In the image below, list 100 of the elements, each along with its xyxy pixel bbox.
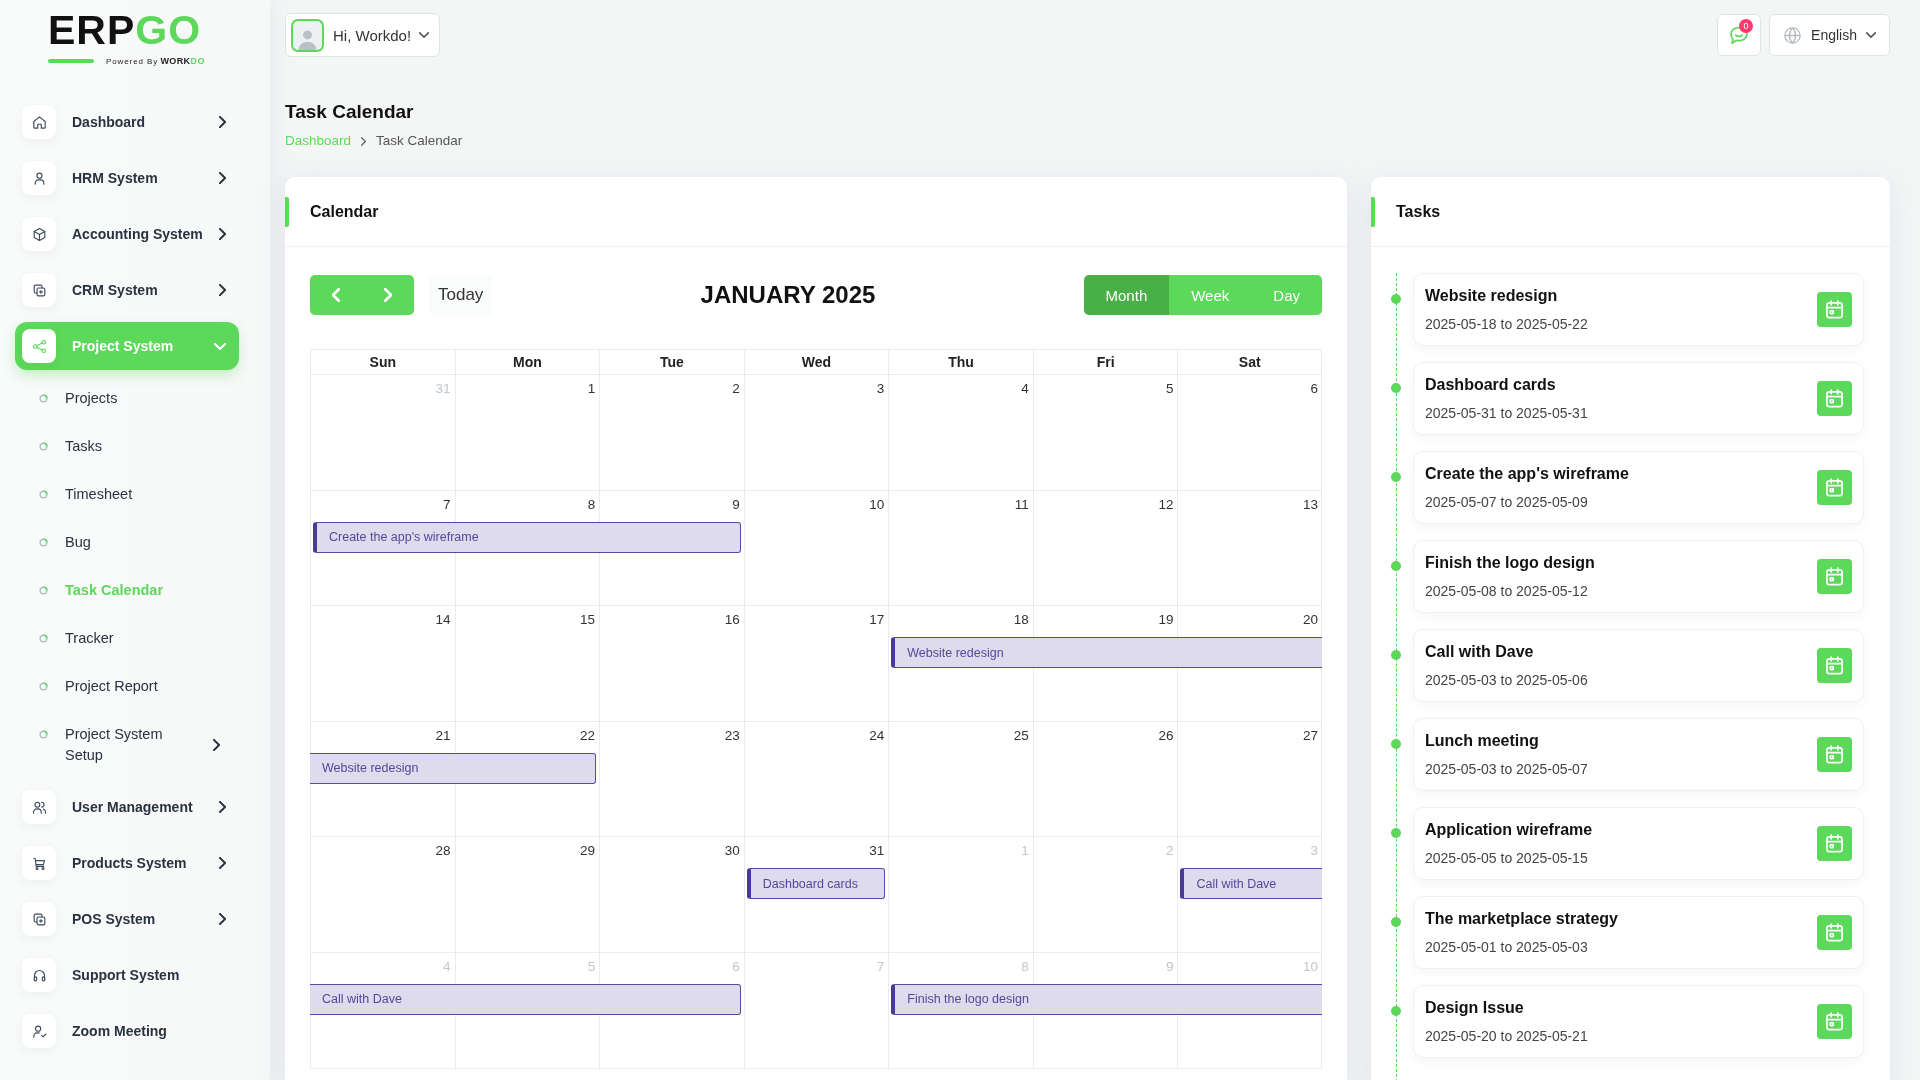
sidebar-subitem[interactable]: Timesheet xyxy=(15,470,239,518)
bullet-icon xyxy=(39,681,48,691)
calendar-icon xyxy=(1826,477,1843,497)
home-icon xyxy=(22,105,56,139)
day-number: 25 xyxy=(1013,726,1029,745)
day-number: 9 xyxy=(1165,957,1174,976)
day-number: 22 xyxy=(580,726,596,745)
calendar-button[interactable] xyxy=(1817,291,1852,327)
calendar-event[interactable]: Website redesign xyxy=(310,752,597,784)
sidebar-item[interactable]: Zoom Meeting xyxy=(15,1007,239,1055)
sidebar-item[interactable]: HRM System xyxy=(15,154,239,202)
day-number: 8 xyxy=(1021,957,1029,976)
squares-icon xyxy=(22,902,56,936)
task-dates: 2025-05-03 to 2025-05-06 xyxy=(1425,670,1588,689)
calendar-icon xyxy=(1826,655,1843,675)
task-dates: 2025-05-03 to 2025-05-07 xyxy=(1425,759,1588,778)
user-check-icon xyxy=(22,1014,56,1048)
task-dates: 2025-05-01 to 2025-05-03 xyxy=(1425,937,1588,956)
weekday-label: Sun xyxy=(369,354,396,370)
day-number: 27 xyxy=(1302,726,1318,745)
next-button[interactable] xyxy=(362,275,414,315)
calendar-button[interactable] xyxy=(1817,736,1852,772)
user-menu-button[interactable]: Hi, Workdo! xyxy=(285,13,441,57)
sidebar-subitem[interactable]: Tasks xyxy=(15,422,239,470)
chevron-down-icon xyxy=(1866,32,1876,38)
sidebar-subitem[interactable]: Projects xyxy=(15,374,239,422)
logo-tagline: Powered By WORKDO xyxy=(106,56,205,66)
day-number: 4 xyxy=(1021,380,1029,398)
month-title: JANUARY 2025 xyxy=(700,280,876,310)
calendar-button[interactable] xyxy=(1817,1003,1852,1039)
sidebar-item[interactable]: User Management xyxy=(15,783,239,831)
language-selector[interactable]: English xyxy=(1769,14,1890,56)
weekday-label: Thu xyxy=(948,354,974,370)
calendar-icon xyxy=(1826,388,1843,408)
day-number: 7 xyxy=(876,957,885,976)
calendar-button[interactable] xyxy=(1817,914,1852,950)
sidebar-subitem[interactable]: Tracker xyxy=(15,614,239,662)
day-number: 28 xyxy=(435,842,451,861)
card-title: Tasks xyxy=(1396,202,1441,221)
day-number: 19 xyxy=(1158,611,1174,630)
logo-wordmark: ERPGO xyxy=(48,10,202,51)
calendar-event[interactable]: Website redesign xyxy=(891,637,1322,669)
bullet-icon xyxy=(39,633,48,643)
task-title: Finish the logo design xyxy=(1425,552,1595,573)
sidebar-item[interactable]: Dashboard xyxy=(15,98,239,146)
chat-icon xyxy=(1729,25,1750,45)
today-button[interactable]: Today xyxy=(429,275,493,315)
weekday-label: Fri xyxy=(1096,354,1115,370)
calendar-button[interactable] xyxy=(1817,825,1852,861)
day-number: 6 xyxy=(1310,380,1318,398)
calendar-event[interactable]: Finish the logo design xyxy=(891,983,1322,1015)
calendar-button[interactable] xyxy=(1817,380,1852,416)
day-number: 14 xyxy=(435,611,451,630)
squares-icon xyxy=(22,273,56,307)
weekday-label: Sat xyxy=(1238,354,1261,370)
bullet-icon xyxy=(39,489,48,499)
calendar-icon xyxy=(1826,1011,1843,1031)
sidebar-subitem[interactable]: Project Report xyxy=(15,662,239,710)
chevron-left-icon xyxy=(332,288,340,302)
day-number: 5 xyxy=(1165,380,1174,398)
chevron-right-icon xyxy=(361,136,367,146)
previous-button[interactable] xyxy=(310,275,362,315)
sidebar-item[interactable]: Products System xyxy=(15,839,239,887)
day-number: 1 xyxy=(1021,842,1029,861)
accent-bar-icon xyxy=(285,196,289,227)
sidebar-item[interactable]: CRM System xyxy=(15,266,239,314)
day-number: 10 xyxy=(1302,957,1318,976)
calendar-icon xyxy=(1826,299,1843,319)
sidebar-item[interactable]: Accounting System xyxy=(15,210,239,258)
day-number: 3 xyxy=(1310,842,1318,861)
cart-icon xyxy=(22,846,56,880)
calendar-event[interactable]: Dashboard cards xyxy=(746,868,886,900)
day-number: 20 xyxy=(1302,611,1318,630)
weekday-label: Tue xyxy=(660,354,684,370)
calendar-event[interactable]: Call with Dave xyxy=(310,983,741,1015)
bullet-icon xyxy=(39,393,48,403)
calendar-event[interactable]: Create the app's wireframe xyxy=(313,521,741,553)
calendar-button[interactable] xyxy=(1817,558,1852,594)
calendar-icon xyxy=(1826,922,1843,942)
task-dates: 2025-05-31 to 2025-05-31 xyxy=(1425,403,1588,422)
calendar-event[interactable]: Call with Dave xyxy=(1180,868,1322,900)
day-number: 7 xyxy=(443,495,451,514)
day-number: 2 xyxy=(1165,842,1174,861)
globe-icon xyxy=(1784,26,1802,44)
calendar-button[interactable] xyxy=(1817,647,1852,683)
sidebar-item[interactable]: Support System xyxy=(15,951,239,999)
calendar-button[interactable] xyxy=(1817,469,1852,505)
day-number: 16 xyxy=(724,611,740,630)
task-title: Lunch meeting xyxy=(1425,730,1539,751)
bullet-icon xyxy=(39,729,48,739)
sidebar-item[interactable]: POS System xyxy=(15,895,239,943)
task-dates: 2025-05-08 to 2025-05-12 xyxy=(1425,581,1588,600)
day-number: 2 xyxy=(732,380,740,398)
task-title: Design Issue xyxy=(1425,997,1524,1018)
calendar-icon xyxy=(1826,744,1843,764)
user-icon xyxy=(22,161,56,195)
sidebar-subitem[interactable]: Bug xyxy=(15,518,239,566)
bullet-icon xyxy=(39,441,48,451)
bullet-icon xyxy=(39,585,48,595)
sidebar-subitem[interactable]: Project System Setup xyxy=(15,710,239,779)
